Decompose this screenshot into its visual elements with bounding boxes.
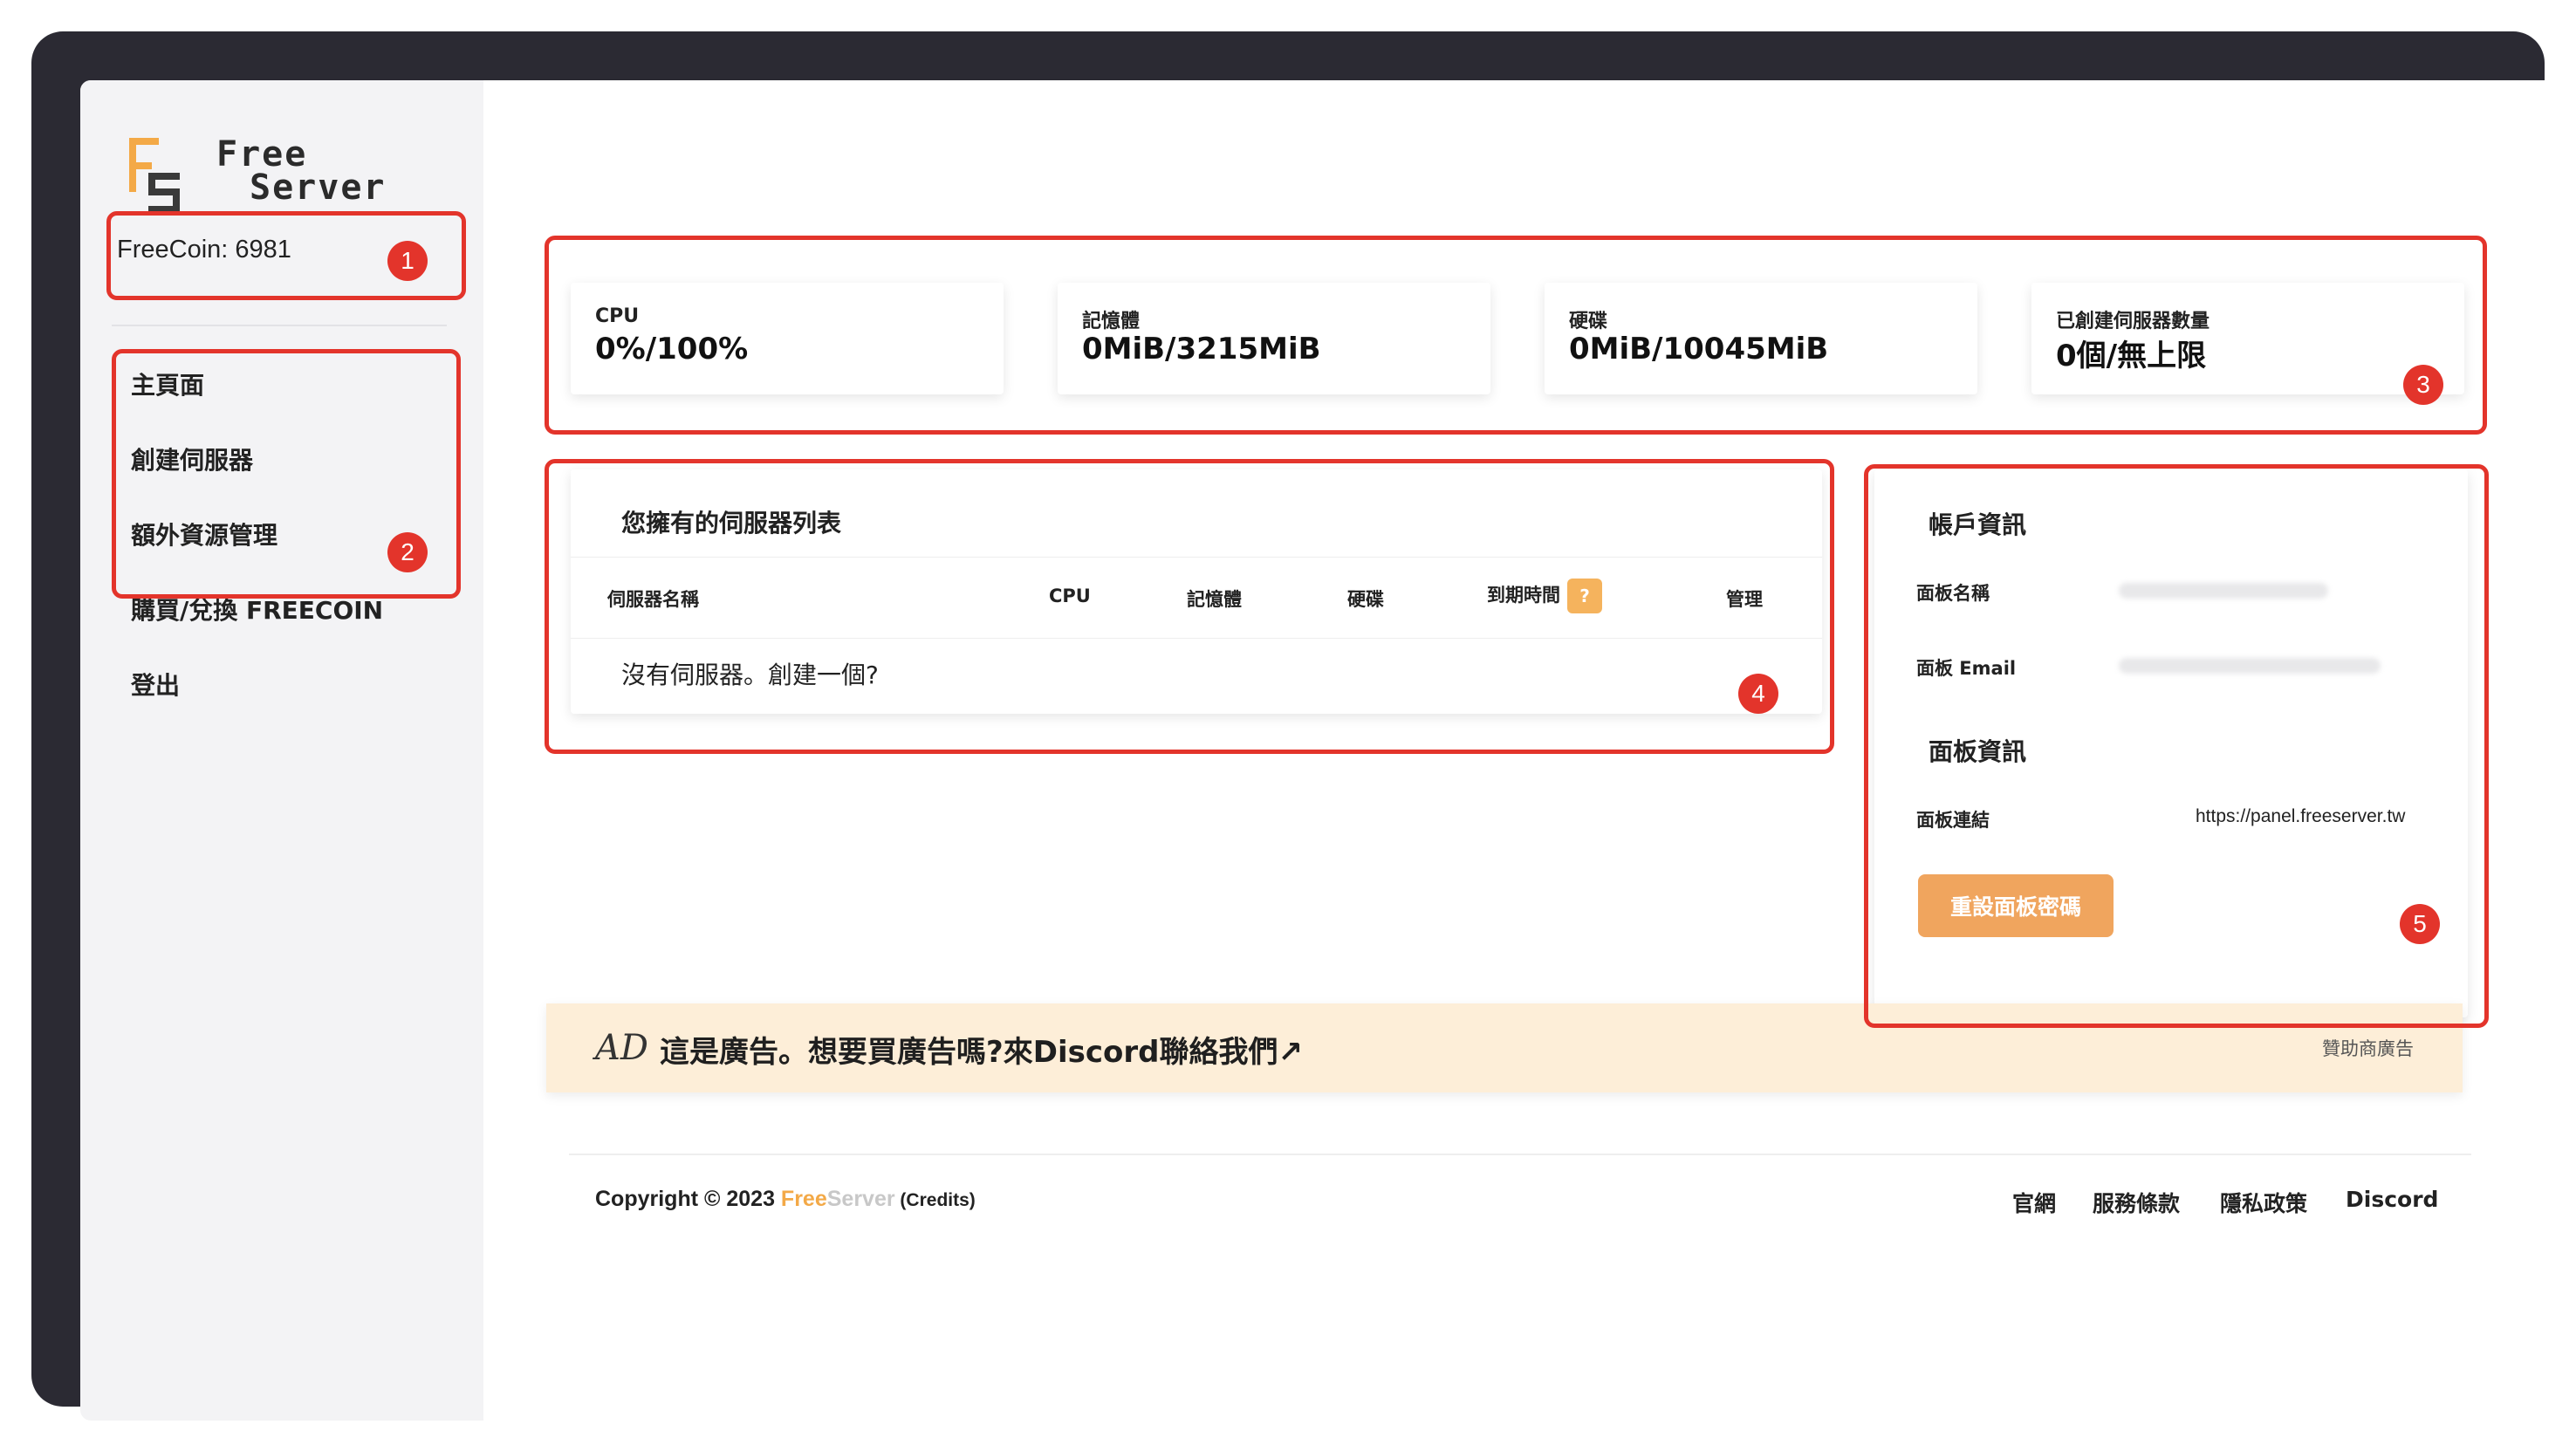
- footer-brand-server: Server: [826, 1187, 895, 1211]
- annotation-number-1: 1: [387, 241, 428, 281]
- nav-item-logout[interactable]: 登出: [131, 668, 383, 743]
- sponsor-label: 贊助商廣告: [2322, 1038, 2414, 1059]
- credits-link[interactable]: (Credits): [895, 1190, 975, 1210]
- ad-link-text[interactable]: 這是廣告。想要買廣告嗎?來Discord聯絡我們↗: [660, 1028, 1303, 1071]
- annotation-number-2: 2: [387, 532, 428, 572]
- device-frame: Free Server FreeCoin: 6981 主頁面 創建伺服器 額外資…: [31, 31, 2559, 1421]
- footer-copyright: Copyright © 2023 FreeServer (Credits): [595, 1187, 976, 1212]
- copyright-prefix: Copyright © 2023: [595, 1187, 781, 1211]
- sidebar-divider: [112, 325, 447, 326]
- annotation-number-4: 4: [1738, 674, 1778, 714]
- browser-screen: Free Server FreeCoin: 6981 主頁面 創建伺服器 額外資…: [80, 80, 2559, 1421]
- ad-icon: AD: [595, 1028, 648, 1068]
- annotation-box-3: [545, 236, 2487, 435]
- annotation-number-5: 5: [2400, 904, 2440, 944]
- annotation-number-3: 3: [2403, 365, 2443, 405]
- footer-divider: [569, 1154, 2471, 1155]
- footer-link-discord[interactable]: Discord: [2346, 1187, 2438, 1212]
- fs-logo-icon: [129, 138, 180, 213]
- logo-word-server: Server: [250, 168, 387, 208]
- footer-brand-free: Free: [780, 1187, 827, 1211]
- annotation-box-5: [1864, 464, 2489, 1028]
- footer-link-terms[interactable]: 服務條款: [2093, 1187, 2180, 1218]
- logo-wordmark: Free Server: [216, 137, 387, 208]
- footer-link-official-site[interactable]: 官網: [2012, 1187, 2056, 1218]
- nav-item-buy-freecoin[interactable]: 購買/兌換 FREECOIN: [131, 593, 383, 668]
- annotation-box-4: [545, 459, 1834, 754]
- footer-link-privacy[interactable]: 隱私政策: [2220, 1187, 2307, 1218]
